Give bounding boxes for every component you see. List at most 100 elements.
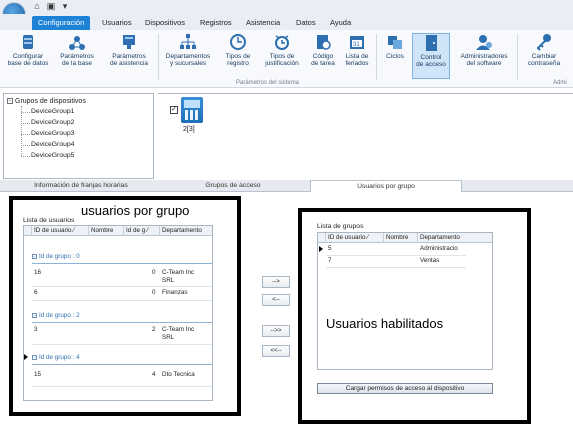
device-groups-tree: − Grupos de dispositivos DeviceGroup1 Dev… xyxy=(3,93,154,179)
tab-ayuda[interactable]: Ayuda xyxy=(324,16,357,30)
task-code-button[interactable]: Código de tarea xyxy=(307,33,339,67)
collapse-icon[interactable]: − xyxy=(7,98,13,105)
home-icon[interactable]: ⌂ xyxy=(32,1,42,11)
users-by-group-panel: usuarios por grupo Lista de usuarios ID … xyxy=(9,196,241,416)
tab-asistencia[interactable]: Asistencia xyxy=(240,16,286,30)
departments-button[interactable]: Departamentos y sucursales xyxy=(162,33,214,67)
tree-line xyxy=(21,145,30,146)
key-icon xyxy=(535,33,553,51)
device-label: 2[3] xyxy=(183,126,195,133)
quick-access-icons: ⌂ ▣ ▾ xyxy=(32,1,70,11)
tab-datos[interactable]: Datos xyxy=(290,16,322,30)
tree-node-devicegroup1[interactable]: DeviceGroup1 xyxy=(31,108,74,115)
group-header-2[interactable]: − Id de grupo : 2 xyxy=(32,312,80,319)
move-all-right-button[interactable]: -->> xyxy=(262,325,290,337)
cell-department: C-Team Inc xyxy=(162,269,195,276)
attendance-params-icon xyxy=(120,33,138,51)
move-left-button[interactable]: <-- xyxy=(262,294,290,306)
panel-caption: usuarios por grupo xyxy=(81,203,190,218)
tab-registros[interactable]: Registros xyxy=(194,16,238,30)
row-divider xyxy=(32,286,212,287)
cycles-icon xyxy=(386,33,404,51)
cell-user-id: 15 xyxy=(34,371,42,378)
collapse-icon[interactable]: − xyxy=(32,254,37,259)
configure-database-button[interactable]: Configurar base de datos xyxy=(5,33,51,67)
grid-header: ID de usuario ⁄ Nombre Departamento xyxy=(318,233,492,243)
column-header-department[interactable]: Departamento xyxy=(418,233,492,243)
ribbon-separator xyxy=(158,34,159,80)
cell-department: Finanzas xyxy=(162,289,188,296)
tree-node-devicegroup2[interactable]: DeviceGroup2 xyxy=(31,119,74,126)
tree-node-devicegroup3[interactable]: DeviceGroup3 xyxy=(31,130,74,137)
task-code-icon xyxy=(314,33,332,51)
cell-group-id: 4 xyxy=(152,371,156,378)
record-types-button[interactable]: Tipos de registro xyxy=(218,33,258,67)
tab-dispositivos[interactable]: Dispositivos xyxy=(139,16,191,30)
tab-time-slots[interactable]: Información de franjas horarias xyxy=(6,180,156,192)
column-header-id[interactable]: ID de usuario ⁄ xyxy=(32,226,89,236)
column-header-name[interactable]: Nombre xyxy=(384,233,418,243)
column-header-department[interactable]: Departamento xyxy=(160,226,212,236)
calendar-icon: 31 xyxy=(348,33,366,51)
tree-node-devicegroup4[interactable]: DeviceGroup4 xyxy=(31,141,74,148)
alarm-icon xyxy=(273,33,291,51)
tab-usuarios[interactable]: Usuarios xyxy=(96,16,138,30)
enabled-users-grid[interactable]: ID de usuario ⁄ Nombre Departamento 5 Ad… xyxy=(317,232,493,370)
tree-node-devicegroup5[interactable]: DeviceGroup5 xyxy=(31,152,74,159)
collapse-icon[interactable]: − xyxy=(32,355,37,360)
device-checkbox[interactable]: ✓ xyxy=(170,106,178,114)
cell-user-id: 6 xyxy=(34,289,38,296)
dropdown-icon[interactable]: ▾ xyxy=(60,1,70,11)
base-params-button[interactable]: Parámetros de la base xyxy=(54,33,100,67)
move-all-left-button[interactable]: <<-- xyxy=(262,345,290,357)
column-header-id[interactable]: ID de usuario ⁄ xyxy=(326,233,384,243)
justification-types-button[interactable]: Tipos de justificación xyxy=(260,33,304,67)
move-right-button[interactable]: --> xyxy=(262,276,290,288)
holidays-button[interactable]: 31 Lista de feriados xyxy=(341,33,373,67)
enabled-users-panel: Lista de grupos ID de usuario ⁄ Nombre D… xyxy=(298,208,531,424)
tree-line xyxy=(21,134,30,135)
ribbon-group-label: Parámetros del sistema xyxy=(236,80,300,86)
group-header-4[interactable]: − Id de grupo : 4 xyxy=(32,354,80,361)
tree-line xyxy=(21,156,30,157)
cell-user-id: 7 xyxy=(328,257,332,264)
current-row-indicator xyxy=(24,354,28,360)
row-divider xyxy=(326,267,466,268)
save-icon[interactable]: ▣ xyxy=(46,1,56,11)
device-panel: ✓ 2[3] xyxy=(158,93,573,179)
attendance-device-icon[interactable] xyxy=(181,97,203,123)
row-divider xyxy=(32,344,212,345)
column-header-name[interactable]: Nombre xyxy=(89,226,124,236)
cell-department: Ventas xyxy=(420,257,440,264)
group-divider xyxy=(32,263,212,264)
cell-department: Dto Tecnica xyxy=(162,371,195,378)
cycles-button[interactable]: Ciclos xyxy=(380,33,410,60)
tab-users-by-group[interactable]: Usuarios por grupo xyxy=(310,180,462,192)
attendance-params-button[interactable]: Parámetros de asistencia xyxy=(104,33,154,67)
door-icon xyxy=(422,34,440,52)
org-chart-icon xyxy=(179,33,197,51)
users-grid[interactable]: ID de usuario ⁄ Nombre Id de g ⁄ Departa… xyxy=(23,225,213,401)
header-spacer xyxy=(24,226,32,236)
groups-list-title: Lista de grupos xyxy=(317,223,364,230)
tree-line xyxy=(21,123,30,124)
cell-department-cont: SRL xyxy=(162,277,175,284)
software-admins-button[interactable]: Administradores del software xyxy=(454,33,514,67)
cell-user-id: 3 xyxy=(34,326,38,333)
row-divider xyxy=(32,386,212,387)
section-tabs: Información de franjas horarias Grupos d… xyxy=(0,180,573,192)
load-access-permissions-button[interactable]: Cargar permisos de acceso al dispositivo xyxy=(317,383,493,394)
tab-configuracion[interactable]: Configuración xyxy=(32,16,91,30)
base-params-icon xyxy=(68,33,86,51)
group-header-0[interactable]: − Id de grupo : 0 xyxy=(32,253,80,260)
cell-department-cont: SRL xyxy=(162,334,175,341)
access-control-button[interactable]: Control de acceso xyxy=(412,33,450,79)
tree-root[interactable]: − Grupos de dispositivos xyxy=(7,98,86,105)
tab-access-groups[interactable]: Grupos de acceso xyxy=(158,180,308,192)
row-divider xyxy=(32,300,212,301)
ribbon-separator xyxy=(517,34,518,80)
collapse-icon[interactable]: − xyxy=(32,313,37,318)
column-header-group[interactable]: Id de g ⁄ xyxy=(124,226,160,236)
change-password-button[interactable]: Cambiar contraseña xyxy=(521,33,567,67)
cell-user-id: 16 xyxy=(34,269,42,276)
